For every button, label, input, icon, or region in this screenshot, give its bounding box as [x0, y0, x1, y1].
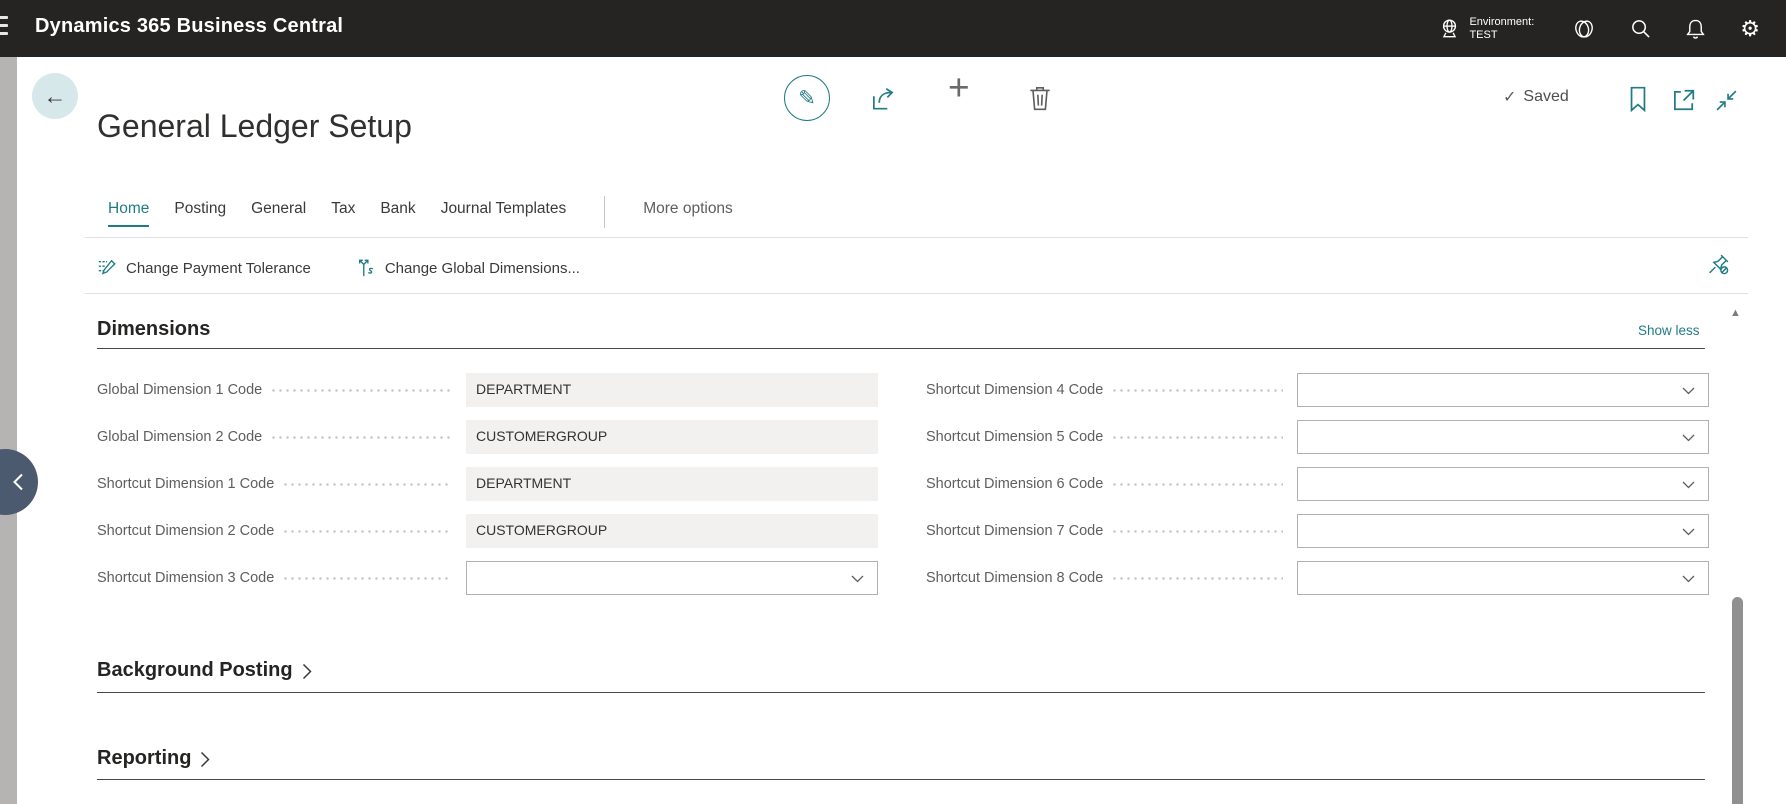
tab-general[interactable]: General: [251, 200, 306, 225]
tab-tax[interactable]: Tax: [331, 200, 355, 225]
chevron-down-icon: [1682, 528, 1695, 536]
unpin-action-bar-button[interactable]: [1706, 252, 1731, 282]
divider: [85, 237, 1748, 238]
shortcut-dimension-4-code-combobox[interactable]: [1297, 373, 1709, 407]
shortcut-dimension-1-code-value: DEPARTMENT: [466, 467, 878, 501]
dimensions-section-header: Dimensions: [97, 318, 211, 340]
chevron-down-icon: [851, 575, 864, 583]
divider: [85, 293, 1748, 294]
chevron-right-icon: [201, 751, 210, 768]
global-dimensions-icon: [358, 259, 374, 277]
section-divider: [97, 692, 1705, 693]
section-divider: [97, 779, 1705, 780]
chevron-right-icon: [302, 663, 312, 680]
background-posting-section-header[interactable]: Background Posting: [97, 659, 312, 682]
app-title[interactable]: Dynamics 365 Business Central: [35, 15, 343, 38]
shortcut-dimension-6-code-combobox[interactable]: [1297, 467, 1709, 501]
expand-nav-button[interactable]: [0, 449, 38, 515]
show-less-link[interactable]: Show less: [1638, 323, 1700, 338]
chevron-left-icon: [13, 473, 23, 491]
change-payment-tolerance-button[interactable]: Change Payment Tolerance: [97, 258, 311, 278]
change-global-dimensions-button[interactable]: Change Global Dimensions...: [357, 258, 580, 278]
shortcut-dimension-2-code-value: CUSTOMERGROUP: [466, 514, 878, 548]
tab-posting[interactable]: Posting: [174, 200, 226, 225]
open-in-new-window-button[interactable]: [1670, 87, 1696, 118]
chevron-down-icon: [1682, 481, 1695, 489]
environment-label: Environment:: [1469, 15, 1535, 28]
shortcut-dimension-7-code-combobox[interactable]: [1297, 514, 1709, 548]
tab-bank[interactable]: Bank: [380, 200, 415, 225]
page-title: General Ledger Setup: [97, 108, 412, 144]
tab-separator: [604, 196, 606, 228]
tab-home[interactable]: Home: [108, 200, 150, 227]
pencil-icon: ✎: [798, 86, 816, 110]
bookmark-button[interactable]: [1627, 85, 1649, 118]
scrollbar-up-arrow[interactable]: ▲: [1730, 307, 1741, 319]
shortcut-dimension-3-code-combobox[interactable]: [466, 561, 878, 595]
environment-globe-icon: [1438, 17, 1461, 40]
search-icon[interactable]: [1630, 18, 1651, 39]
back-button[interactable]: ←: [32, 73, 78, 119]
environment-indicator[interactable]: Environment: TEST: [1438, 16, 1534, 42]
field-shortcut-dimension-5-code: Shortcut Dimension 5 Code: [926, 420, 1709, 454]
shortcut-dimension-5-code-combobox[interactable]: [1297, 420, 1709, 454]
save-status: ✓ Saved: [1503, 87, 1569, 107]
field-shortcut-dimension-3-code: Shortcut Dimension 3 Code: [97, 561, 878, 595]
collapsed-nav-rail: [0, 57, 17, 804]
field-global-dimension-1-code: Global Dimension 1 Code DEPARTMENT: [97, 373, 878, 407]
environment-name: TEST: [1469, 28, 1498, 41]
collapse-page-button[interactable]: [1714, 88, 1739, 118]
field-shortcut-dimension-6-code: Shortcut Dimension 6 Code: [926, 467, 1709, 501]
field-shortcut-dimension-4-code: Shortcut Dimension 4 Code: [926, 373, 1709, 407]
reporting-section-header[interactable]: Reporting: [97, 747, 210, 770]
collapse-arrows-icon: [1716, 90, 1737, 111]
copilot-icon[interactable]: [1572, 17, 1596, 41]
field-shortcut-dimension-7-code: Shortcut Dimension 7 Code: [926, 514, 1709, 548]
field-shortcut-dimension-8-code: Shortcut Dimension 8 Code: [926, 561, 1709, 595]
field-global-dimension-2-code: Global Dimension 2 Code CUSTOMERGROUP: [97, 420, 878, 454]
chevron-down-icon: [1682, 434, 1695, 442]
app-menu-icon[interactable]: [0, 16, 8, 40]
field-shortcut-dimension-2-code: Shortcut Dimension 2 Code CUSTOMERGROUP: [97, 514, 878, 548]
global-dimension-1-code-value: DEPARTMENT: [466, 373, 878, 407]
field-shortcut-dimension-1-code: Shortcut Dimension 1 Code DEPARTMENT: [97, 467, 878, 501]
action-bar: Change Payment Tolerance Change Global D…: [97, 251, 580, 285]
dimensions-field-grid: Global Dimension 1 Code DEPARTMENT Globa…: [97, 373, 1709, 595]
bookmark-icon: [1630, 86, 1646, 113]
settings-gear-icon[interactable]: ⚙: [1740, 17, 1760, 40]
notifications-bell-icon[interactable]: [1685, 18, 1706, 40]
edit-button[interactable]: ✎: [784, 75, 830, 121]
trash-icon: [1030, 86, 1050, 111]
section-divider: [97, 348, 1705, 349]
open-in-new-icon: [1674, 89, 1695, 111]
payment-tolerance-icon: [98, 259, 116, 275]
top-app-bar: Dynamics 365 Business Central Environmen…: [0, 0, 1786, 57]
tab-strip: Home Posting General Tax Bank Journal Te…: [108, 196, 733, 228]
new-button[interactable]: +: [948, 69, 970, 106]
scrollbar-thumb[interactable]: [1732, 597, 1743, 804]
global-dimension-2-code-value: CUSTOMERGROUP: [466, 420, 878, 454]
chevron-down-icon: [1682, 387, 1695, 395]
check-icon: ✓: [1503, 89, 1517, 106]
saved-label: Saved: [1523, 88, 1569, 105]
chevron-down-icon: [1682, 575, 1695, 583]
delete-button[interactable]: [1027, 84, 1053, 117]
more-options-button[interactable]: More options: [643, 200, 733, 225]
shortcut-dimension-8-code-combobox[interactable]: [1297, 561, 1709, 595]
share-button[interactable]: [869, 85, 897, 118]
tab-journal-templates[interactable]: Journal Templates: [441, 200, 567, 225]
share-icon: [872, 88, 894, 110]
unpin-icon: [1709, 254, 1729, 275]
back-arrow-icon: ←: [43, 82, 67, 109]
